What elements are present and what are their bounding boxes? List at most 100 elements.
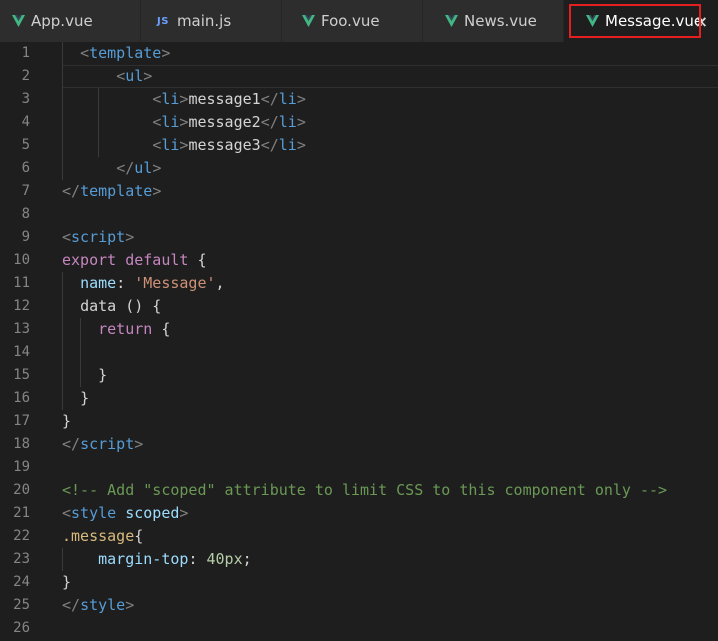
code-line[interactable]: 10 export default { <box>0 249 718 272</box>
code-token: </ <box>260 113 279 131</box>
code-text: <li>message1</li> <box>62 88 306 111</box>
code-text: </ul> <box>62 157 161 180</box>
code-line[interactable]: 16 } <box>0 387 718 410</box>
tab-main-js[interactable]: JS main.js <box>141 0 282 42</box>
tab-foo-vue[interactable]: Foo.vue <box>282 0 423 42</box>
code-line[interactable]: 19 <box>0 456 718 479</box>
code-line[interactable]: 25 </style> <box>0 594 718 617</box>
code-token: < <box>62 504 72 522</box>
code-token: < <box>152 90 162 108</box>
code-line[interactable]: 3 <li>message1</li> <box>0 88 718 111</box>
code-line[interactable]: 13 return { <box>0 318 718 341</box>
code-line[interactable]: 15 } <box>0 364 718 387</box>
line-number: 14 <box>13 344 30 360</box>
code-line[interactable]: 5 <li>message3</li> <box>0 134 718 157</box>
code-token: li <box>278 136 297 154</box>
code-token: > <box>161 44 171 62</box>
line-number: 1 <box>21 45 30 61</box>
code-text: data () { <box>62 295 161 318</box>
line-number: 2 <box>21 68 30 84</box>
code-token: } <box>80 389 90 407</box>
code-token: > <box>125 596 135 614</box>
line-number: 5 <box>21 137 30 153</box>
code-token: < <box>152 136 162 154</box>
tab-app-vue[interactable]: App.vue <box>0 0 141 42</box>
line-number: 10 <box>13 252 30 268</box>
code-line[interactable]: 21 <style scoped> <box>0 502 718 525</box>
code-line[interactable]: 17} <box>0 410 718 433</box>
line-number: 21 <box>13 505 30 521</box>
code-token: > <box>179 504 189 522</box>
code-line[interactable]: 7 </template> <box>0 180 718 203</box>
code-line[interactable]: 8 <box>0 203 718 226</box>
code-token: < <box>152 113 162 131</box>
code-token: </ <box>62 596 81 614</box>
tab-news-vue[interactable]: News.vue <box>423 0 564 42</box>
code-line[interactable]: 20 <!-- Add "scoped" attribute to limit C… <box>0 479 718 502</box>
line-number: 20 <box>13 482 30 498</box>
code-token: message2 <box>188 113 261 131</box>
code-token: name <box>80 274 117 292</box>
code-token: .message <box>62 527 135 545</box>
code-token: > <box>296 113 306 131</box>
code-line[interactable]: 2 <ul> <box>0 65 718 88</box>
line-number: 3 <box>21 91 30 107</box>
code-editor[interactable]: 1 <template> 2 <ul> 3 <li>message1</li> 4 <… <box>0 42 718 641</box>
close-icon[interactable]: × <box>695 12 708 31</box>
code-token: > <box>143 67 153 85</box>
code-token: <!-- Add "scoped" attribute to limit CSS… <box>62 481 668 499</box>
code-text: </template> <box>62 180 161 203</box>
line-number: 19 <box>13 459 30 475</box>
code-line[interactable]: 22 .message{ <box>0 525 718 548</box>
tab-label: News.vue <box>464 12 537 30</box>
code-line[interactable]: 1 <template> <box>0 42 718 65</box>
vue-icon <box>12 15 25 27</box>
line-number: 6 <box>21 160 30 176</box>
code-line[interactable]: 18 </script> <box>0 433 718 456</box>
code-token: > <box>125 228 135 246</box>
code-token: : <box>116 274 135 292</box>
code-text: </script> <box>62 433 143 456</box>
code-token: , <box>215 274 225 292</box>
tab-message-vue[interactable]: Message.vue × <box>564 0 718 42</box>
code-text: } <box>62 410 71 433</box>
code-text: <style scoped> <box>62 502 188 525</box>
code-line[interactable]: 6 </ul> <box>0 157 718 180</box>
code-token: </ <box>62 182 81 200</box>
code-text: return { <box>62 318 170 341</box>
tab-label: Message.vue <box>605 12 704 30</box>
code-line[interactable]: 11 name: 'Message', <box>0 272 718 295</box>
code-token: script <box>80 435 135 453</box>
code-line[interactable]: 4 <li>message2</li> <box>0 111 718 134</box>
code-token: export <box>62 251 117 269</box>
code-token: message3 <box>188 136 261 154</box>
code-line[interactable]: 24} <box>0 571 718 594</box>
code-text: <li>message3</li> <box>62 134 306 157</box>
code-token: li <box>278 113 297 131</box>
code-token: li <box>161 136 180 154</box>
code-text: <template> <box>62 42 170 65</box>
line-number: 15 <box>13 367 30 383</box>
code-line[interactable]: 9 <script> <box>0 226 718 249</box>
code-token: < <box>62 228 72 246</box>
code-token: } <box>62 412 72 430</box>
code-line[interactable]: 26 <box>0 617 718 640</box>
code-line[interactable]: 14 <box>0 341 718 364</box>
code-token: message1 <box>188 90 261 108</box>
line-number: 9 <box>21 229 30 245</box>
line-number: 22 <box>13 528 30 544</box>
code-line[interactable]: 23 margin-top: 40px; <box>0 548 718 571</box>
code-token: ul <box>125 67 144 85</box>
code-text: } <box>62 364 107 387</box>
code-token: template <box>89 44 162 62</box>
line-number: 4 <box>21 114 30 130</box>
line-number: 11 <box>13 275 30 291</box>
code-token: { <box>134 527 144 545</box>
line-number: 7 <box>21 183 30 199</box>
vue-icon <box>586 15 599 27</box>
code-text: margin-top: 40px; <box>62 548 252 571</box>
code-token: default <box>125 251 189 269</box>
line-number: 13 <box>13 321 30 337</box>
code-line[interactable]: 12 data () { <box>0 295 718 318</box>
code-token: </ <box>62 435 81 453</box>
